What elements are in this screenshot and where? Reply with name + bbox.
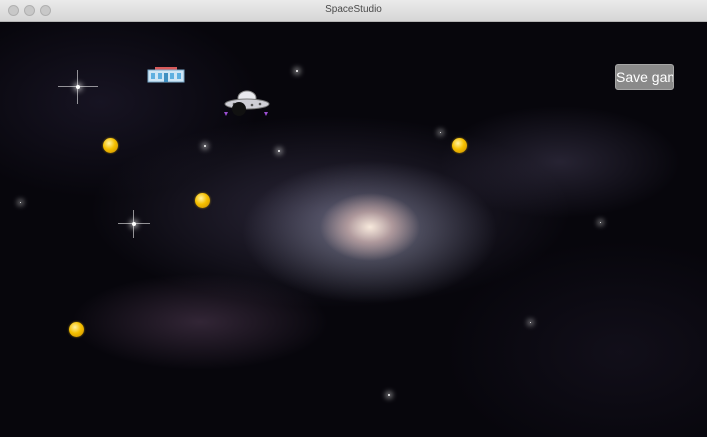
star-flare — [118, 223, 150, 224]
space-station-icon[interactable] — [147, 67, 185, 83]
gold-coin-icon[interactable] — [103, 138, 118, 153]
ufo-spaceship-icon[interactable] — [222, 88, 272, 120]
star — [204, 145, 206, 147]
game-canvas[interactable]: Save game — [0, 22, 707, 437]
gold-coin-icon[interactable] — [195, 193, 210, 208]
gold-coin-icon[interactable] — [69, 322, 84, 337]
gold-coin-icon[interactable] — [452, 138, 467, 153]
star-flare — [77, 70, 78, 104]
title-bar: SpaceStudio — [0, 0, 707, 22]
star — [278, 150, 280, 152]
star — [388, 394, 390, 396]
star-flare — [133, 210, 134, 238]
star — [20, 202, 21, 203]
app-window: SpaceStudio Save ga — [0, 0, 707, 437]
star — [440, 132, 441, 133]
star — [530, 322, 531, 323]
window-title: SpaceStudio — [325, 4, 382, 15]
save-game-button[interactable]: Save game — [615, 64, 674, 90]
star-flare — [58, 86, 98, 87]
star — [600, 222, 601, 223]
star — [296, 70, 298, 72]
